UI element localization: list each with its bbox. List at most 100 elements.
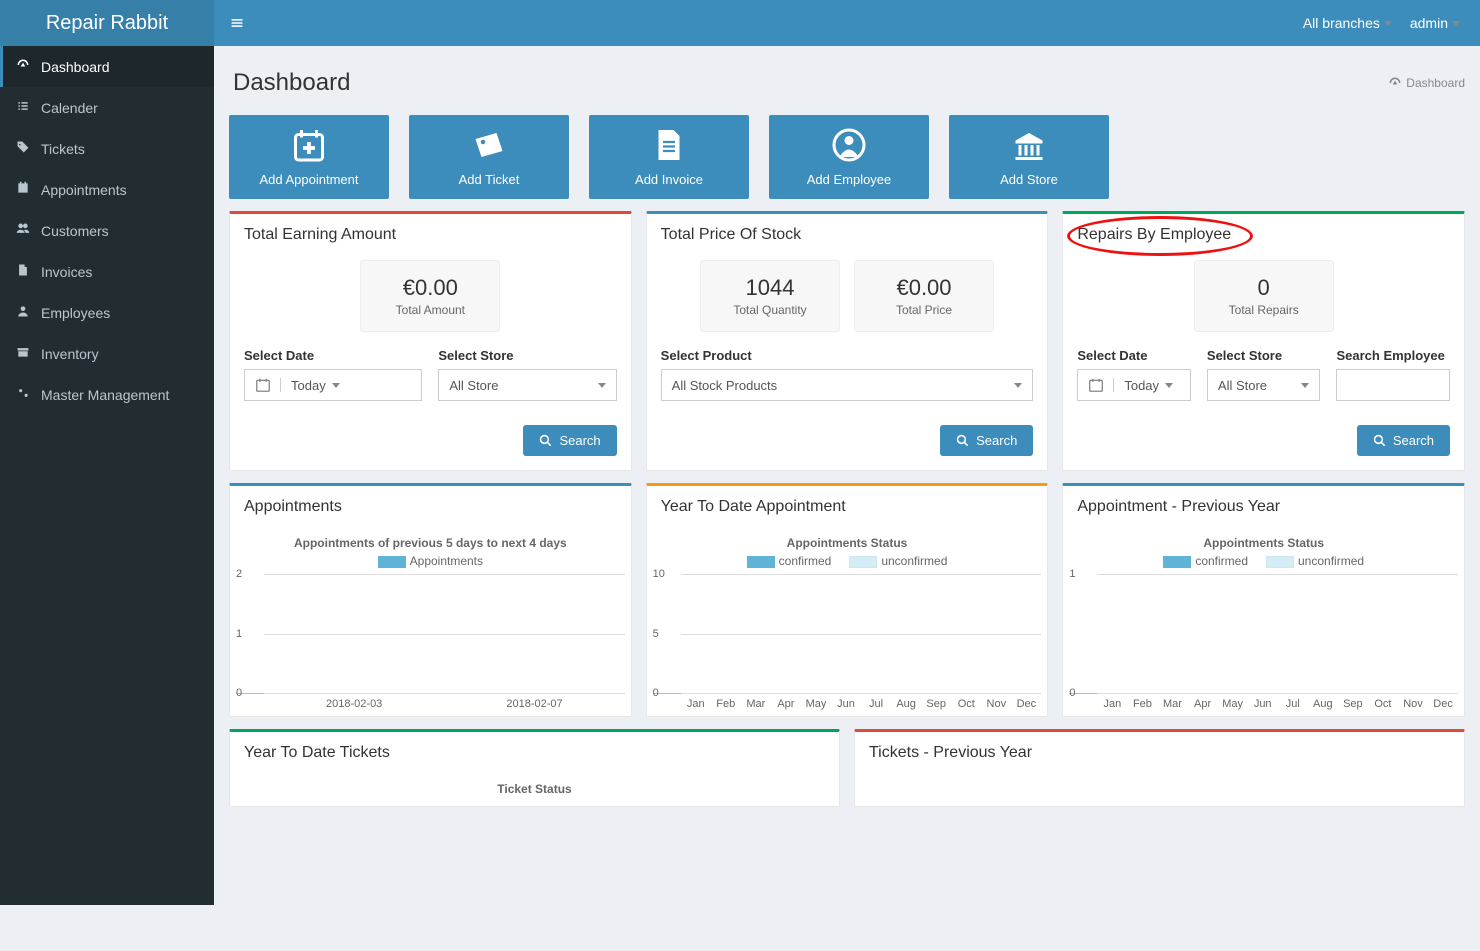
tile-add-ticket[interactable]: Add Ticket xyxy=(409,115,569,199)
calendar-icon xyxy=(256,378,270,392)
panel-prev-year-tickets: Tickets - Previous Year xyxy=(854,729,1465,807)
panel-ytd-tickets: Year To Date Tickets Ticket Status xyxy=(229,729,840,807)
panel-total-stock: Total Price Of Stock 1044 Total Quantity… xyxy=(646,211,1049,471)
chart-x-tick: Jul xyxy=(1278,694,1308,710)
file-icon xyxy=(15,263,31,280)
panel-repairs-by-employee: Repairs By Employee 0 Total Repairs Sele… xyxy=(1062,211,1465,471)
sidebar-item-label: Tickets xyxy=(41,141,85,157)
stat-value: 1044 xyxy=(731,275,809,301)
chart-x-tick: Jun xyxy=(831,694,861,710)
store-value: All Store xyxy=(449,378,498,393)
chart-x-tick: Apr xyxy=(771,694,801,710)
store-select[interactable]: All Store xyxy=(1207,369,1321,401)
legend-label: confirmed xyxy=(779,554,832,568)
tile-add-employee[interactable]: Add Employee xyxy=(769,115,929,199)
doc-icon xyxy=(651,127,687,166)
chart-x-tick: May xyxy=(1218,694,1248,710)
legend-swatch-confirmed xyxy=(1163,556,1191,568)
gauge-icon xyxy=(1388,76,1402,90)
stat-total-price: €0.00 Total Price xyxy=(854,260,994,332)
tile-add-appointment[interactable]: Add Appointment xyxy=(229,115,389,199)
sidebar-item-customers[interactable]: Customers xyxy=(0,210,214,251)
chart-title: Appointments Status xyxy=(653,536,1042,550)
panel-title: Year To Date Appointment xyxy=(647,486,1048,528)
users-icon xyxy=(15,222,31,239)
stat-label: Total Repairs xyxy=(1225,303,1303,317)
tag-icon xyxy=(15,140,31,157)
employee-search-input[interactable] xyxy=(1336,369,1450,401)
search-button[interactable]: Search xyxy=(940,425,1033,456)
panel-title: Total Earning Amount xyxy=(230,214,631,256)
stat-value: €0.00 xyxy=(391,275,469,301)
sidebar-item-master[interactable]: Master Management xyxy=(0,374,214,415)
sidebar-item-employees[interactable]: Employees xyxy=(0,292,214,333)
sidebar-item-label: Employees xyxy=(41,305,110,321)
legend-swatch-appointments xyxy=(378,556,406,568)
chart-x-tick: Sep xyxy=(1338,694,1368,710)
search-button[interactable]: Search xyxy=(1357,425,1450,456)
select-store-label: Select Store xyxy=(1207,348,1321,363)
tile-label: Add Appointment xyxy=(259,172,358,187)
panel-title: Appointment - Previous Year xyxy=(1063,486,1464,528)
search-icon xyxy=(1373,434,1387,448)
date-picker[interactable]: Today xyxy=(244,369,422,401)
product-value: All Stock Products xyxy=(672,378,778,393)
chart-x-tick: Jan xyxy=(1097,694,1127,710)
stat-total-amount: €0.00 Total Amount xyxy=(360,260,500,332)
store-select[interactable]: All Store xyxy=(438,369,616,401)
panel-appointments-chart: Appointments Appointments of previous 5 … xyxy=(229,483,632,717)
list-icon xyxy=(15,99,31,116)
person-icon xyxy=(831,127,867,166)
date-picker[interactable]: Today xyxy=(1077,369,1191,401)
legend-label: unconfirmed xyxy=(881,554,947,568)
caret-down-icon xyxy=(598,383,606,388)
sidebar-item-appointments[interactable]: Appointments xyxy=(0,169,214,210)
date-value: Today xyxy=(291,378,326,393)
chart-x-tick: Apr xyxy=(1188,694,1218,710)
stat-value: 0 xyxy=(1225,275,1303,301)
sidebar-item-calender[interactable]: Calender xyxy=(0,87,214,128)
sidebar-item-dashboard[interactable]: Dashboard xyxy=(0,46,214,87)
sidebar-item-label: Inventory xyxy=(41,346,99,362)
date-value: Today xyxy=(1124,378,1159,393)
search-button[interactable]: Search xyxy=(523,425,616,456)
sidebar-item-label: Calender xyxy=(41,100,98,116)
product-select[interactable]: All Stock Products xyxy=(661,369,1034,401)
chart-x-tick: Dec xyxy=(1428,694,1458,710)
tile-add-invoice[interactable]: Add Invoice xyxy=(589,115,749,199)
legend-swatch-unconfirmed xyxy=(1266,556,1294,568)
sidebar-item-tickets[interactable]: Tickets xyxy=(0,128,214,169)
brand-logo[interactable]: Repair Rabbit xyxy=(0,0,214,46)
chart-x-tick: Feb xyxy=(1127,694,1157,710)
page-title: Dashboard xyxy=(233,69,350,97)
chart-x-tick: Dec xyxy=(1011,694,1041,710)
sidebar-item-label: Appointments xyxy=(41,182,127,198)
chart-x-tick: Feb xyxy=(711,694,741,710)
chart-x-tick: Aug xyxy=(1308,694,1338,710)
chart-x-tick: 2018-02-07 xyxy=(444,694,624,710)
caret-down-icon xyxy=(1301,383,1309,388)
legend-label: Appointments xyxy=(410,554,483,568)
tile-add-store[interactable]: Add Store xyxy=(949,115,1109,199)
user-menu[interactable]: admin xyxy=(1410,15,1460,31)
sidebar: Dashboard Calender Tickets Appointments Cust… xyxy=(0,46,214,905)
branch-selector[interactable]: All branches xyxy=(1303,15,1392,31)
chart-title: Ticket Status xyxy=(236,782,833,796)
sidebar-item-label: Customers xyxy=(41,223,109,239)
sidebar-item-invoices[interactable]: Invoices xyxy=(0,251,214,292)
chart-x-tick: Jul xyxy=(861,694,891,710)
panel-title: Appointments xyxy=(230,486,631,528)
sidebar-item-label: Master Management xyxy=(41,387,169,403)
sidebar-item-inventory[interactable]: Inventory xyxy=(0,333,214,374)
sidebar-toggle[interactable] xyxy=(214,16,260,30)
search-employee-label: Search Employee xyxy=(1336,348,1450,363)
search-button-label: Search xyxy=(976,433,1017,448)
tile-label: Add Invoice xyxy=(635,172,703,187)
breadcrumb: Dashboard xyxy=(1388,76,1465,90)
stat-total-quantity: 1044 Total Quantity xyxy=(700,260,840,332)
legend-label: confirmed xyxy=(1195,554,1248,568)
chart-title: Appointments of previous 5 days to next … xyxy=(236,536,625,550)
chart-x-tick: Nov xyxy=(1398,694,1428,710)
sidebar-item-label: Dashboard xyxy=(41,59,110,75)
ticket-icon xyxy=(471,127,507,166)
